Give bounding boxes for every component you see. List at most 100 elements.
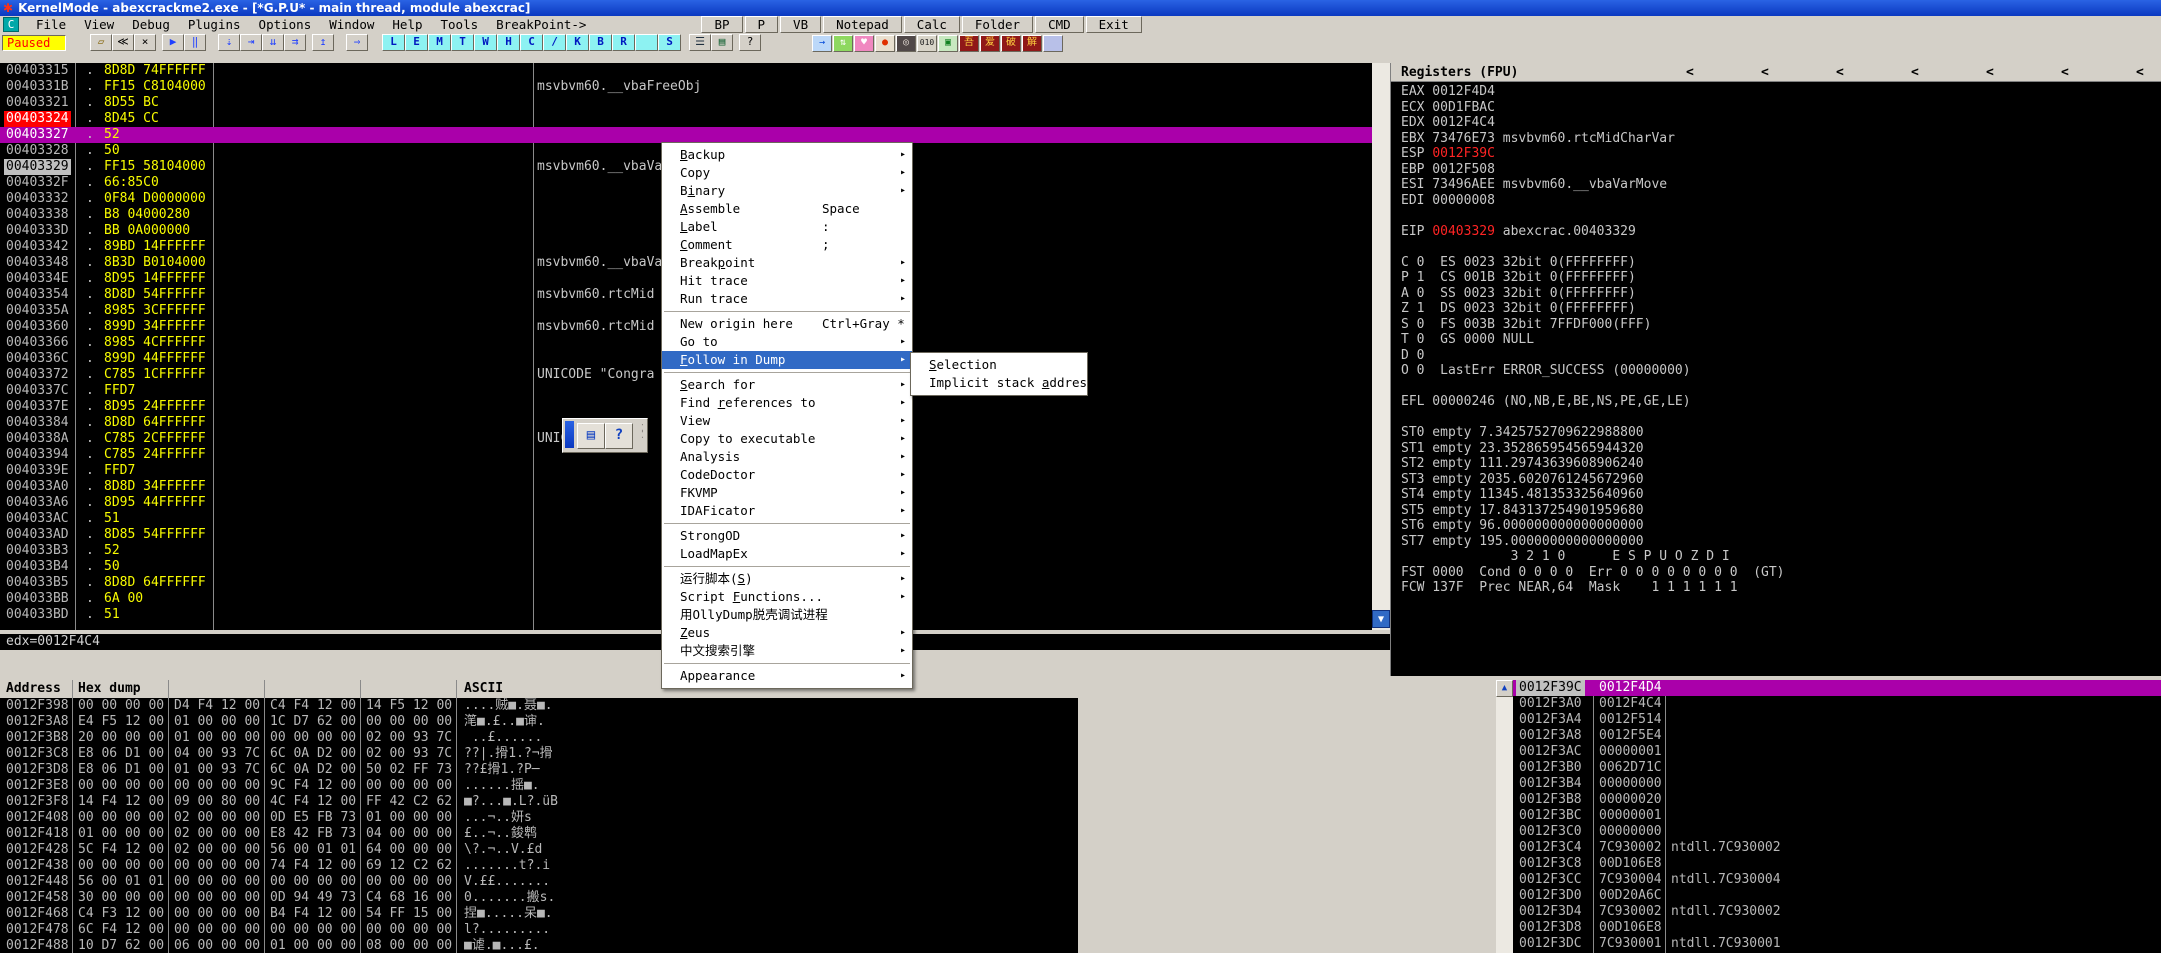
context-menu-item-hit-trace[interactable]: Hit trace ▸ xyxy=(662,272,912,290)
wu-tile-icon[interactable]: 吾 xyxy=(959,35,979,52)
context-menu-item-ollydump[interactable]: 用OllyDump脱壳调试进程 xyxy=(662,606,912,624)
stack-row-0012F3A0[interactable]: 0012F3A0 0012F4C4 xyxy=(1513,696,2161,712)
stack-row-0012F3A4[interactable]: 0012F3A4 0012F514 xyxy=(1513,712,2161,728)
launch-button-calc[interactable]: Calc xyxy=(903,16,960,33)
registers-history-chevron-icon[interactable]: < xyxy=(1986,63,1994,82)
mini-pane-button[interactable]: ▤ xyxy=(577,423,605,449)
dump-row-0012F418[interactable]: 0012F418 01 00 00 00 02 00 00 00 E8 42 FB 7… xyxy=(0,826,1078,842)
pane-button-item[interactable]: / xyxy=(543,34,566,51)
red-ball-icon[interactable]: ● xyxy=(875,35,895,52)
cpu-child-icon[interactable]: C xyxy=(3,17,19,32)
context-menu-item-copy[interactable]: Copy ▸ xyxy=(662,164,912,182)
context-menu-item-search-for[interactable]: Search for ▸ xyxy=(662,376,912,394)
launch-button-vb[interactable]: VB xyxy=(780,16,822,33)
run-icon[interactable]: ▶ xyxy=(162,34,184,51)
pane-button-w[interactable]: W xyxy=(474,34,497,51)
context-menu-item-codedoctor[interactable]: CodeDoctor ▸ xyxy=(662,466,912,484)
dump-row-0012F3C8[interactable]: 0012F3C8 E8 06 D1 00 04 00 93 7C 6C 0A D2 0… xyxy=(0,746,1078,762)
dump-row-0012F458[interactable]: 0012F458 30 00 00 00 00 00 00 00 0D 94 49 7… xyxy=(0,890,1078,906)
launch-button-bp[interactable]: BP xyxy=(701,16,743,33)
menubar-item-view[interactable]: View xyxy=(75,16,123,33)
dump-row-0012F478[interactable]: 0012F478 6C F4 12 00 00 00 00 00 00 00 00 0… xyxy=(0,922,1078,938)
menubar-item-help[interactable]: Help xyxy=(383,16,431,33)
dump-row-0012F448[interactable]: 0012F448 56 00 01 01 00 00 00 00 00 00 00 0… xyxy=(0,874,1078,890)
pane-button-m[interactable]: M xyxy=(428,34,451,51)
pane-button-r[interactable]: R xyxy=(612,34,635,51)
dump-row-0012F408[interactable]: 0012F408 00 00 00 00 02 00 00 00 0D E5 FB 7… xyxy=(0,810,1078,826)
disasm-row-00403321[interactable]: 00403321.8D55 BClea edx,dword ptr ss:[eb… xyxy=(0,95,1372,111)
context-menu-item-copy-to-executable[interactable]: Copy to executable ▸ xyxy=(662,430,912,448)
disasm-scrollbar[interactable]: ▼ xyxy=(1372,63,1390,630)
context-menu-item-binary[interactable]: Binary ▸ xyxy=(662,182,912,200)
floating-mini-toolbar[interactable]: ▤? ⁚ ⁚ xyxy=(562,418,648,453)
log-window-icon[interactable]: ☰ xyxy=(689,34,711,51)
context-menu-item-run-trace[interactable]: Run trace ▸ xyxy=(662,290,912,308)
menubar-item-plugins[interactable]: Plugins xyxy=(179,16,250,33)
plain-tile-icon[interactable] xyxy=(1043,35,1063,52)
step-over-icon[interactable]: ⇥ xyxy=(240,34,262,51)
scroll-up-arrow-icon[interactable]: ▲ xyxy=(1496,680,1513,697)
stack-row-0012F3CC[interactable]: 0012F3CC 7C930004 ntdll.7C930004 xyxy=(1513,872,2161,888)
disasm-row-00403327[interactable]: 00403327.52push edx xyxy=(0,127,1372,143)
stack-row-0012F3B4[interactable]: 0012F3B4 00000000 xyxy=(1513,776,2161,792)
dump-row-0012F488[interactable]: 0012F488 10 D7 62 00 06 00 00 00 01 00 00 0… xyxy=(0,938,1078,953)
context-menu-item-strongod[interactable]: StrongOD ▸ xyxy=(662,527,912,545)
registers-history-chevron-icon[interactable]: < xyxy=(2061,63,2069,82)
context-menu-item-zeus[interactable]: Zeus ▸ xyxy=(662,624,912,642)
patches-icon[interactable]: ▤ xyxy=(711,34,733,51)
context-menu-item-comment[interactable]: Comment; xyxy=(662,236,912,254)
stack-row-0012F3DC[interactable]: 0012F3DC 7C930001 ntdll.7C930001 xyxy=(1513,936,2161,952)
menubar-item-options[interactable]: Options xyxy=(250,16,321,33)
pane-button-t[interactable]: T xyxy=(451,34,474,51)
context-menu-item-loadmapex[interactable]: LoadMapEx ▸ xyxy=(662,545,912,563)
context-menu-item-appearance[interactable]: Appearance ▸ xyxy=(662,667,912,685)
stack-row-0012F3B0[interactable]: 0012F3B0 0062D71C xyxy=(1513,760,2161,776)
context-menu-item-item[interactable]: 中文搜索引擎 ▸ xyxy=(662,642,912,660)
dump-row-0012F3F8[interactable]: 0012F3F8 14 F4 12 00 09 00 80 00 4C F4 12 0… xyxy=(0,794,1078,810)
launch-button-notepad[interactable]: Notepad xyxy=(823,16,902,33)
go-to-icon[interactable]: ⇒ xyxy=(346,34,368,51)
menubar-item-file[interactable]: File xyxy=(27,16,75,33)
pane-button-k[interactable]: K xyxy=(566,34,589,51)
pane-button-e[interactable]: E xyxy=(405,34,428,51)
dump-row-0012F3A8[interactable]: 0012F3A8 E4 F5 12 00 01 00 00 00 1C D7 62 0… xyxy=(0,714,1078,730)
disasm-row-00403315[interactable]: 00403315.8D8D 74FFFFFFlea ecx,dword ptr … xyxy=(0,63,1372,79)
registers-history-chevron-icon[interactable]: < xyxy=(1686,63,1694,82)
stack-row-0012F3AC[interactable]: 0012F3AC 00000001 xyxy=(1513,744,2161,760)
menubar-item-debug[interactable]: Debug xyxy=(123,16,179,33)
registers-history-chevron-icon[interactable]: < xyxy=(1761,63,1769,82)
context-menu-item-new-origin-here[interactable]: New origin here Ctrl+Gray * xyxy=(662,315,912,333)
dump-row-0012F3E8[interactable]: 0012F3E8 00 00 00 00 00 00 00 00 9C F4 12 0… xyxy=(0,778,1078,794)
context-menu-item-label[interactable]: Label: xyxy=(662,218,912,236)
stack-row-0012F3D8[interactable]: 0012F3D8 00D106E8 xyxy=(1513,920,2161,936)
context-menu-item-fkvmp[interactable]: FKVMP ▸ xyxy=(662,484,912,502)
context-menu-item-analysis[interactable]: Analysis ▸ xyxy=(662,448,912,466)
dump-row-0012F3B8[interactable]: 0012F3B8 20 00 00 00 01 00 00 00 00 00 00 0… xyxy=(0,730,1078,746)
restart-icon[interactable]: ≪ xyxy=(112,34,134,51)
pane-button-s[interactable]: S xyxy=(658,34,681,51)
step-into-icon[interactable]: ⇣ xyxy=(218,34,240,51)
dump-row-0012F468[interactable]: 0012F468 C4 F3 12 00 00 00 00 00 B4 F4 12 0… xyxy=(0,906,1078,922)
open-file-icon[interactable]: ▱ xyxy=(90,34,112,51)
registers-header[interactable]: Registers (FPU) < < < < < < < xyxy=(1391,63,2161,82)
stack-row-0012F39C[interactable]: 0012F39C 0012F4D4 xyxy=(1513,680,2161,696)
close-icon[interactable]: × xyxy=(134,34,156,51)
registers-history-chevron-icon[interactable]: < xyxy=(2136,63,2144,82)
mini-help-button[interactable]: ? xyxy=(605,423,633,449)
animate-over-icon[interactable]: ⇉ xyxy=(284,34,306,51)
blue-arrow-icon[interactable]: → xyxy=(812,35,832,52)
context-menu-item-view[interactable]: View ▸ xyxy=(662,412,912,430)
pane-button-b[interactable]: B xyxy=(589,34,612,51)
context-menu-item-go-to[interactable]: Go to ▸ xyxy=(662,333,912,351)
registers-history-chevron-icon[interactable]: < xyxy=(1911,63,1919,82)
menubar-item-window[interactable]: Window xyxy=(320,16,383,33)
stack-row-0012F3D4[interactable]: 0012F3D4 7C930002 ntdll.7C930002 xyxy=(1513,904,2161,920)
green-updown-icon[interactable]: ⇅ xyxy=(833,35,853,52)
context-menu-item-assemble[interactable]: Assemble Space xyxy=(662,200,912,218)
dump-header[interactable]: Address Hex dump ASCII xyxy=(0,680,1078,698)
pause-icon[interactable]: ‖ xyxy=(184,34,206,51)
pane-button-c[interactable]: C xyxy=(520,34,543,51)
stack-scrollbar[interactable]: ▲ xyxy=(1496,680,1513,953)
green-window-icon[interactable]: ▣ xyxy=(938,35,958,52)
submenu-item-implicit-stack-address[interactable]: Implicit stack address xyxy=(911,374,1095,392)
